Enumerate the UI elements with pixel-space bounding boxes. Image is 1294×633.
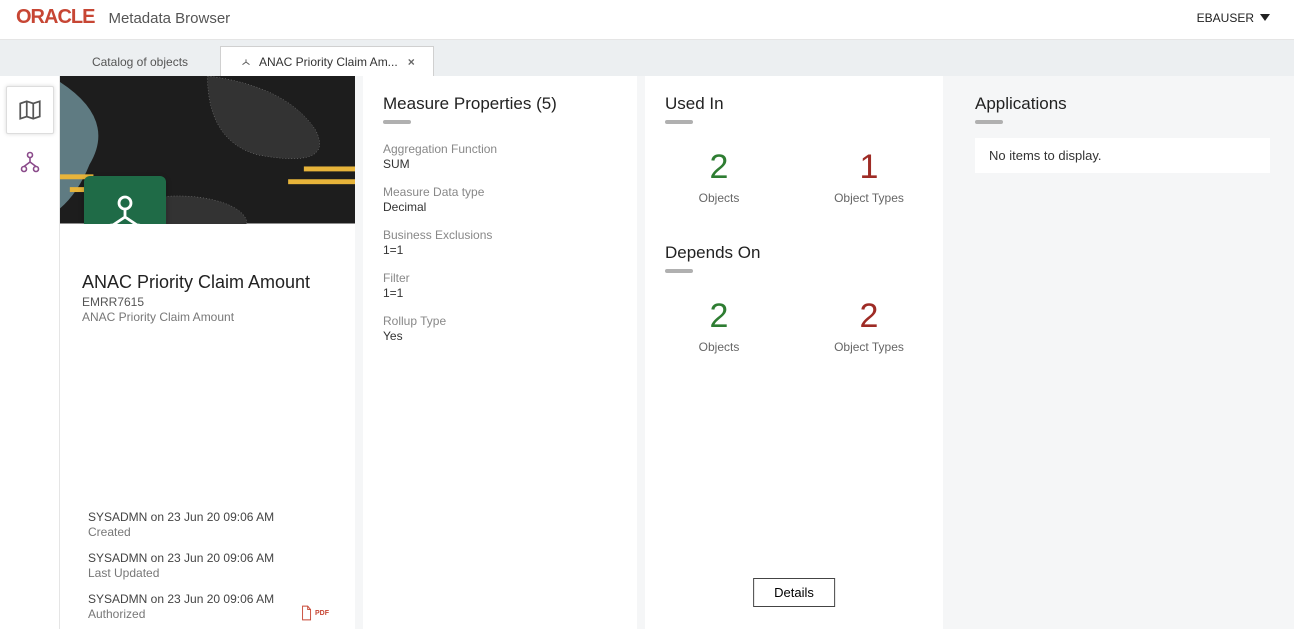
top-bar: ORACLE Metadata Browser EBAUSER (0, 0, 1294, 40)
property-key: Filter (383, 271, 617, 285)
details-button[interactable]: Details (753, 578, 835, 607)
audit-line: SYSADMN on 23 Jun 20 09:06 AM (88, 510, 333, 524)
tab-label: Catalog of objects (92, 55, 188, 69)
rail-hierarchy-button[interactable] (6, 138, 54, 186)
hierarchy-icon (239, 55, 253, 69)
property-key: Measure Data type (383, 185, 617, 199)
audit-label: Created (88, 525, 333, 539)
used-in-types: 1 Object Types (824, 148, 914, 205)
count-number: 2 (674, 297, 764, 336)
property-value: 1=1 (383, 243, 617, 257)
count-label: Objects (674, 340, 764, 354)
object-info-card: ANAC Priority Claim Amount EMRR7615 ANAC… (60, 76, 355, 629)
property-value: Yes (383, 329, 617, 343)
tab-active-object[interactable]: ANAC Priority Claim Am... × (220, 46, 434, 76)
object-code: EMRR7615 (82, 295, 333, 309)
property-row: Filter 1=1 (383, 271, 617, 300)
content: ANAC Priority Claim Amount EMRR7615 ANAC… (0, 76, 1294, 629)
count-number: 1 (824, 148, 914, 187)
property-row: Rollup Type Yes (383, 314, 617, 343)
relations-panel: Used In 2 Objects 1 Object Types Depends… (637, 76, 943, 629)
app-title: Metadata Browser (108, 10, 230, 27)
applications-empty: No items to display. (975, 138, 1270, 173)
object-type-icon (84, 176, 166, 224)
property-row: Measure Data type Decimal (383, 185, 617, 214)
pdf-label: PDF (315, 610, 329, 617)
left-rail (0, 76, 60, 629)
user-menu[interactable]: EBAUSER (1197, 11, 1278, 25)
property-key: Rollup Type (383, 314, 617, 328)
tab-strip: Catalog of objects ANAC Priority Claim A… (0, 40, 1294, 76)
hero-banner (60, 76, 355, 224)
object-title: ANAC Priority Claim Amount (82, 272, 333, 293)
applications-heading: Applications (975, 94, 1270, 124)
rail-map-button[interactable] (6, 86, 54, 134)
depends-on-types: 2 Object Types (824, 297, 914, 354)
top-bar-left: ORACLE Metadata Browser (16, 6, 230, 29)
empty-text: No items to display. (989, 148, 1101, 163)
used-in-objects: 2 Objects (674, 148, 764, 205)
count-number: 2 (674, 148, 764, 187)
audit-line: SYSADMN on 23 Jun 20 09:06 AM (88, 592, 333, 606)
count-label: Objects (674, 191, 764, 205)
properties-list: Aggregation Function SUM Measure Data ty… (383, 142, 617, 343)
applications-panel: Applications No items to display. (943, 76, 1294, 629)
count-number: 2 (824, 297, 914, 336)
property-key: Business Exclusions (383, 228, 617, 242)
close-icon[interactable]: × (408, 55, 415, 69)
depends-on-counts: 2 Objects 2 Object Types (665, 297, 923, 354)
property-value: SUM (383, 157, 617, 171)
properties-panel: Measure Properties (5) Aggregation Funct… (355, 76, 637, 629)
depends-on-objects: 2 Objects (674, 297, 764, 354)
audit-created: SYSADMN on 23 Jun 20 09:06 AM Created (88, 510, 333, 539)
audit-label: Last Updated (88, 566, 333, 580)
main: ANAC Priority Claim Amount EMRR7615 ANAC… (60, 76, 1294, 629)
object-description: ANAC Priority Claim Amount (82, 310, 333, 324)
count-label: Object Types (824, 340, 914, 354)
audit-authorized: SYSADMN on 23 Jun 20 09:06 AM Authorized (88, 592, 333, 621)
property-row: Aggregation Function SUM (383, 142, 617, 171)
used-in-heading: Used In (665, 94, 923, 124)
used-in-counts: 2 Objects 1 Object Types (665, 148, 923, 205)
count-label: Object Types (824, 191, 914, 205)
property-value: Decimal (383, 200, 617, 214)
oracle-logo: ORACLE (16, 6, 94, 29)
user-name: EBAUSER (1197, 11, 1254, 25)
properties-heading: Measure Properties (5) (383, 94, 617, 124)
audit-label: Authorized (88, 607, 333, 621)
audit-updated: SYSADMN on 23 Jun 20 09:06 AM Last Updat… (88, 551, 333, 580)
property-row: Business Exclusions 1=1 (383, 228, 617, 257)
chevron-down-icon (1260, 14, 1270, 21)
export-pdf-button[interactable]: PDF (299, 605, 329, 621)
audit-line: SYSADMN on 23 Jun 20 09:06 AM (88, 551, 333, 565)
property-key: Aggregation Function (383, 142, 617, 156)
object-summary: ANAC Priority Claim Amount EMRR7615 ANAC… (60, 224, 355, 334)
tab-label: ANAC Priority Claim Am... (259, 55, 398, 69)
depends-on-heading: Depends On (665, 243, 923, 273)
tab-catalog[interactable]: Catalog of objects (60, 46, 220, 76)
property-value: 1=1 (383, 286, 617, 300)
